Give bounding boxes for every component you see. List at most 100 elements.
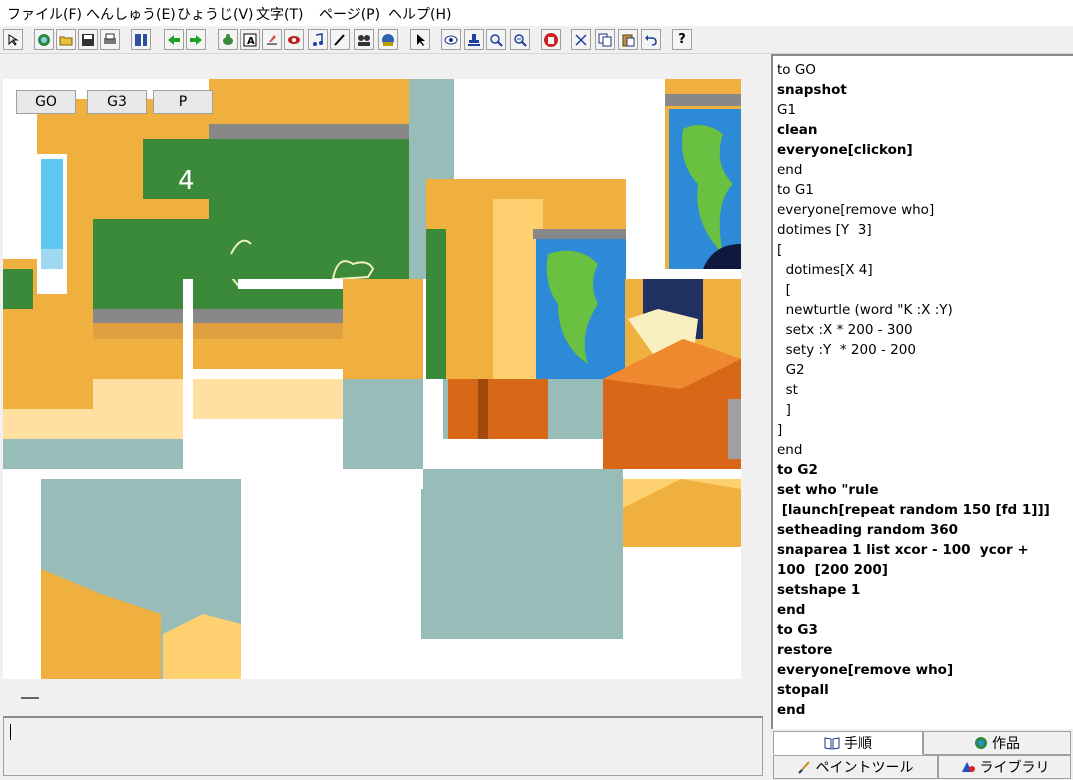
code-line: clean xyxy=(777,122,818,138)
code-line: setshape 1 xyxy=(777,582,861,598)
brush-icon xyxy=(797,760,812,774)
picture-tile xyxy=(665,79,741,269)
code-line: restore xyxy=(777,642,833,658)
globe-icon[interactable] xyxy=(34,29,54,50)
menu-text[interactable]: 文字(T) xyxy=(256,4,303,24)
print-icon[interactable] xyxy=(100,29,120,50)
procedure-code[interactable]: to GO snapshot G1 clean everyone[clickon] end… xyxy=(777,60,1071,720)
stamp-icon[interactable] xyxy=(464,29,484,50)
code-line: [ xyxy=(777,242,783,258)
help-icon[interactable]: ? xyxy=(672,29,692,50)
panel-tabs: 手順 作品 ペイントツール ライブラリ xyxy=(771,729,1073,780)
arrow-left-icon[interactable] xyxy=(164,29,184,50)
text-box-icon[interactable]: A xyxy=(240,29,260,50)
picture-tile xyxy=(443,379,623,439)
menu-help[interactable]: ヘルプ(H) xyxy=(388,4,451,24)
code-line: end xyxy=(777,602,806,618)
code-line: [launch[repeat random 150 [fd 1]]] xyxy=(777,502,1050,518)
group-icon[interactable] xyxy=(354,29,374,50)
code-line: to GO xyxy=(777,62,816,78)
scene-icon[interactable] xyxy=(378,29,398,50)
code-line: [ xyxy=(777,282,791,298)
menu-view[interactable]: ひょうじ(V) xyxy=(177,4,254,24)
code-line: snaparea 1 list xcor - 100 ycor + xyxy=(777,542,1029,558)
globe-icon xyxy=(974,736,988,750)
undo-icon[interactable] xyxy=(641,29,661,50)
code-line: setx :X * 200 - 300 xyxy=(777,322,913,338)
code-line: end xyxy=(777,162,803,178)
record-icon[interactable] xyxy=(284,29,304,50)
code-line: set who "rule xyxy=(777,482,879,498)
eraser-icon[interactable] xyxy=(262,29,282,50)
code-line: stopall xyxy=(777,682,829,698)
menu-bar: ファイル(F) へんしゅう(E) ひょうじ(V) 文字(T) ページ(P) ヘル… xyxy=(0,0,1073,26)
zoom-in-icon[interactable] xyxy=(486,29,506,50)
code-line: dotimes [Y 3] xyxy=(777,222,872,238)
toolbar: A ? xyxy=(0,26,1073,54)
drawing-canvas[interactable]: 4 +2 xyxy=(3,79,741,679)
code-line: ] xyxy=(777,422,783,438)
arrow-pointer-icon[interactable] xyxy=(410,29,430,50)
go-button[interactable]: GO xyxy=(16,90,76,114)
code-line: newturtle (word "K :X :Y) xyxy=(777,302,953,318)
picture-tile xyxy=(426,179,626,379)
picture-tile xyxy=(41,479,241,679)
shapes-icon xyxy=(960,760,976,774)
code-line: setheading random 360 xyxy=(777,522,959,538)
zoom-out-icon[interactable] xyxy=(510,29,530,50)
command-center-input[interactable] xyxy=(3,716,763,776)
work-area: 4 +2 xyxy=(0,54,768,780)
code-line: 100 [200 200] xyxy=(777,562,888,578)
tab-works[interactable]: 作品 xyxy=(923,731,1071,755)
code-line: to G3 xyxy=(777,622,818,638)
pointer-small-icon[interactable] xyxy=(3,29,23,50)
cut-icon[interactable] xyxy=(571,29,591,50)
text-caret xyxy=(10,724,11,740)
tab-paint-tool-label: ペイントツール xyxy=(815,760,914,776)
copy-icon[interactable] xyxy=(595,29,615,50)
picture-tile xyxy=(209,79,454,280)
picture-tile xyxy=(621,479,741,547)
code-line: everyone[clickon] xyxy=(777,142,913,158)
code-line: everyone[remove who] xyxy=(777,202,935,218)
save-icon[interactable] xyxy=(78,29,98,50)
paste-icon[interactable] xyxy=(618,29,638,50)
p-button[interactable]: P xyxy=(153,90,213,114)
status-strip xyxy=(3,681,763,713)
procedure-editor[interactable]: to GO snapshot G1 clean everyone[clickon] end… xyxy=(771,54,1073,729)
code-line: G1 xyxy=(777,102,797,118)
code-line: dotimes[X 4] xyxy=(777,262,873,278)
code-line: end xyxy=(777,702,806,718)
eye-icon[interactable] xyxy=(441,29,461,50)
minimize-dash[interactable] xyxy=(21,697,39,699)
code-line: ] xyxy=(777,402,791,418)
book-icon xyxy=(824,736,840,750)
menu-file[interactable]: ファイル(F) xyxy=(7,4,82,24)
turtle-icon[interactable] xyxy=(218,29,238,50)
g3-button[interactable]: G3 xyxy=(87,90,147,114)
puzzle-picture: 4 +2 xyxy=(3,79,741,679)
tab-library-label: ライブラリ xyxy=(979,760,1050,776)
page-icon[interactable] xyxy=(131,29,151,50)
code-line: to G2 xyxy=(777,462,818,478)
pen-icon[interactable] xyxy=(330,29,350,50)
code-line: G2 xyxy=(777,362,805,378)
tab-works-label: 作品 xyxy=(992,736,1020,752)
picture-tile xyxy=(343,279,423,469)
hand-stop-icon[interactable] xyxy=(541,29,561,50)
tab-library[interactable]: ライブラリ xyxy=(938,755,1071,779)
tab-procedures[interactable]: 手順 xyxy=(773,731,923,755)
open-folder-icon[interactable] xyxy=(56,29,76,50)
menu-edit[interactable]: へんしゅう(E) xyxy=(86,4,176,24)
menu-page[interactable]: ページ(P) xyxy=(319,4,380,24)
code-line: everyone[remove who] xyxy=(777,662,954,678)
code-line: snapshot xyxy=(777,82,847,98)
arrow-right-icon[interactable] xyxy=(186,29,206,50)
code-line: sety :Y * 200 - 200 xyxy=(777,342,916,358)
tab-paint-tool[interactable]: ペイントツール xyxy=(773,755,938,779)
svg-text:A: A xyxy=(247,36,255,47)
code-line: st xyxy=(777,382,798,398)
music-note-icon[interactable] xyxy=(308,29,328,50)
svg-text:4: 4 xyxy=(178,166,195,196)
tab-procedures-label: 手順 xyxy=(844,736,872,752)
